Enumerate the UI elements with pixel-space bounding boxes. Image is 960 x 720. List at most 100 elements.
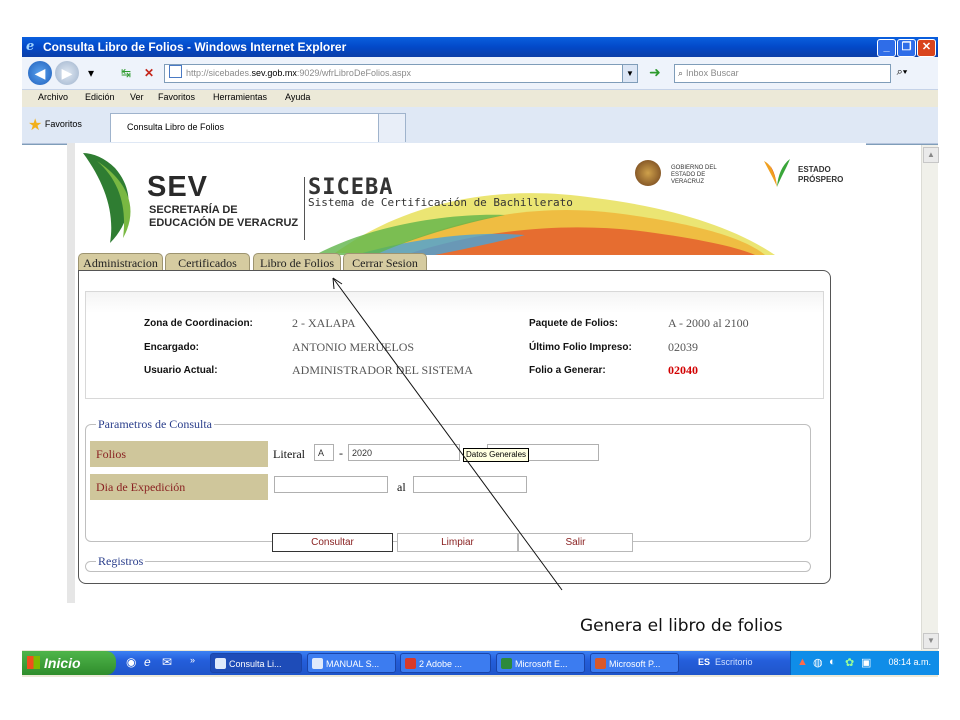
back-button[interactable]: ◀ bbox=[28, 61, 52, 85]
quicklaunch-browser-icon[interactable]: ◉ bbox=[126, 655, 136, 669]
browser-tab-active[interactable]: Consulta Libro de Folios bbox=[110, 113, 380, 142]
gobierno-logo: GOBIERNO DEL ESTADO DE VERACRUZ bbox=[635, 160, 727, 186]
ultimo-folio-label: Último Folio Impreso: bbox=[529, 342, 632, 353]
url-host: sev.gob.mx bbox=[251, 68, 297, 78]
vertical-scrollbar[interactable]: ▲ ▼ bbox=[921, 145, 939, 650]
fecha-hasta-input[interactable] bbox=[413, 476, 527, 493]
start-button[interactable]: Inicio bbox=[22, 651, 116, 675]
menu-bar: Archivo Edición Ver Favoritos Herramient… bbox=[22, 90, 938, 106]
usuario-value: ADMINISTRADOR DEL SISTEMA bbox=[292, 363, 473, 377]
consultar-button[interactable]: Consultar bbox=[272, 533, 393, 552]
forward-button[interactable]: ▶ bbox=[55, 61, 79, 85]
paquete-label: Paquete de Folios: bbox=[529, 318, 618, 329]
star-icon: ★ bbox=[28, 117, 43, 134]
parametros-legend: Parametros de Consulta bbox=[98, 417, 212, 431]
go-arrow-icon[interactable]: ➜ bbox=[649, 64, 667, 81]
al-label: al bbox=[397, 480, 406, 494]
siceba-subtitle: Sistema de Certificación de Bachillerato bbox=[308, 196, 573, 209]
history-dropdown-icon[interactable]: ▾ bbox=[82, 65, 100, 81]
close-button[interactable]: ✕ bbox=[917, 39, 936, 57]
task-consulta[interactable]: Consulta Li... bbox=[210, 653, 302, 673]
minimize-button[interactable]: _ bbox=[877, 39, 896, 57]
header-divider bbox=[304, 177, 305, 240]
favorites-label: Favoritos bbox=[44, 119, 82, 129]
folio-generar-label: Folio a Generar: bbox=[529, 365, 606, 376]
compatibility-icon[interactable]: ↹ bbox=[117, 65, 135, 81]
search-input[interactable]: ⌕ Inbox Buscar bbox=[674, 64, 891, 83]
scroll-down-icon[interactable]: ▼ bbox=[923, 633, 939, 649]
word-task-icon bbox=[312, 658, 323, 669]
menu-edicion[interactable]: Edición bbox=[85, 92, 115, 102]
internet-explorer-icon: e bbox=[26, 39, 35, 54]
literal-input[interactable]: A bbox=[314, 444, 334, 461]
quicklaunch-mail-icon[interactable]: ✉ bbox=[162, 655, 172, 669]
search-button[interactable]: ⌕▾ bbox=[892, 64, 912, 81]
task-powerpoint[interactable]: Microsoft P... bbox=[590, 653, 679, 673]
slide-caption: Genera el libro de folios bbox=[580, 616, 783, 636]
menu-favoritos[interactable]: Favoritos bbox=[158, 92, 195, 102]
limpiar-button[interactable]: Limpiar bbox=[397, 533, 518, 552]
estado-prospero-icon bbox=[764, 159, 790, 187]
salir-button[interactable]: Salir bbox=[518, 533, 633, 552]
registros-legend: Registros bbox=[98, 554, 144, 568]
quicklaunch-more-icon[interactable]: » bbox=[190, 655, 195, 665]
tray-shield-icon[interactable]: ◍ bbox=[813, 656, 823, 669]
tooltip: Datos Generales bbox=[463, 448, 530, 462]
menu-ayuda[interactable]: Ayuda bbox=[285, 92, 310, 102]
address-dropdown-icon[interactable]: ▼ bbox=[622, 64, 638, 83]
browser-tab-title: Consulta Libro de Folios bbox=[127, 122, 225, 132]
maximize-button[interactable]: ❐ bbox=[897, 39, 916, 57]
veracruz-seal-icon bbox=[635, 160, 661, 186]
page-header: SEV SECRETARÍA DE EDUCACIÓN DE VERACRUZ … bbox=[75, 143, 843, 263]
menu-archivo[interactable]: Archivo bbox=[38, 92, 68, 102]
new-tab-button[interactable] bbox=[378, 113, 406, 142]
windows-flag-icon bbox=[27, 656, 40, 669]
sev-logo-text: SEV bbox=[147, 171, 209, 203]
taskbar: Inicio ◉ e ✉ » Consulta Li... MANUAL S..… bbox=[22, 651, 939, 675]
task-adobe[interactable]: 2 Adobe ... bbox=[400, 653, 491, 673]
encargado-value: ANTONIO MERUELOS bbox=[292, 340, 415, 354]
folio-generar-value: 02040 bbox=[668, 363, 698, 377]
tray-network-icon[interactable]: ◐ bbox=[829, 656, 836, 668]
tray-adobe-icon[interactable]: ▲ bbox=[797, 656, 808, 668]
gobierno-text: GOBIERNO DEL ESTADO DE VERACRUZ bbox=[671, 165, 717, 185]
zona-value: 2 - XALAPA bbox=[292, 316, 356, 330]
literal-label: Literal bbox=[273, 447, 305, 461]
paquete-value: A - 2000 al 2100 bbox=[668, 316, 749, 330]
task-excel[interactable]: Microsoft E... bbox=[496, 653, 585, 673]
task-consulta-label: Consulta Li... bbox=[229, 659, 282, 669]
page-icon bbox=[169, 65, 182, 78]
powerpoint-task-icon bbox=[595, 658, 606, 669]
address-input[interactable]: http://sicebades.sev.gob.mx:9029/wfrLibr… bbox=[164, 64, 634, 83]
browser-window: e Consulta Libro de Folios - Windows Int… bbox=[22, 37, 939, 677]
estado-text: ESTADO PRÓSPERO bbox=[798, 165, 844, 184]
stop-icon[interactable]: ✕ bbox=[140, 65, 158, 81]
menu-ver[interactable]: Ver bbox=[130, 92, 144, 102]
address-toolbar: ◀ ▶ ▾ ↹ ✕ http://sicebades.sev.gob.mx:90… bbox=[22, 57, 938, 90]
quicklaunch-ie-icon[interactable]: e bbox=[144, 655, 151, 669]
system-tray: ▲ ◍ ◐ ✿ ▣ 08:14 a.m. bbox=[790, 651, 939, 675]
zona-label: Zona de Coordinacion: bbox=[144, 318, 253, 329]
tray-status-icon[interactable]: ✿ bbox=[845, 656, 854, 669]
sev-subtitle: SECRETARÍA DE EDUCACIÓN DE VERACRUZ bbox=[149, 204, 299, 229]
menu-herramientas[interactable]: Herramientas bbox=[213, 92, 267, 102]
escritorio-toolbar[interactable]: Escritorio bbox=[715, 657, 753, 667]
ultimo-folio-value: 02039 bbox=[668, 340, 698, 354]
clock[interactable]: 08:14 a.m. bbox=[888, 657, 931, 667]
scroll-up-icon[interactable]: ▲ bbox=[923, 147, 939, 163]
parametros-fieldset: Parametros de Consulta Folios Literal A … bbox=[85, 417, 811, 552]
folio-from-input[interactable]: 2020 bbox=[348, 444, 460, 461]
tray-monitor-icon[interactable]: ▣ bbox=[861, 656, 871, 669]
task-manual[interactable]: MANUAL S... bbox=[307, 653, 396, 673]
fecha-desde-input[interactable] bbox=[274, 476, 388, 493]
favorites-button[interactable]: ★ Favoritos bbox=[28, 115, 82, 135]
estado-prospero-logo: ESTADO PRÓSPERO bbox=[764, 159, 848, 187]
search-placeholder: Inbox Buscar bbox=[686, 68, 739, 78]
language-indicator[interactable]: ES bbox=[698, 657, 710, 667]
window-title: Consulta Libro de Folios - Windows Inter… bbox=[43, 40, 347, 54]
content-frame: ▲ ▼ SEV SECRETARÍA DE EDUCACIÓN DE VERAC… bbox=[22, 143, 939, 650]
web-page: SEV SECRETARÍA DE EDUCACIÓN DE VERACRUZ … bbox=[67, 143, 866, 603]
title-bar: e Consulta Libro de Folios - Windows Int… bbox=[22, 37, 938, 57]
folios-label: Folios bbox=[90, 441, 268, 467]
usuario-label: Usuario Actual: bbox=[144, 365, 218, 376]
